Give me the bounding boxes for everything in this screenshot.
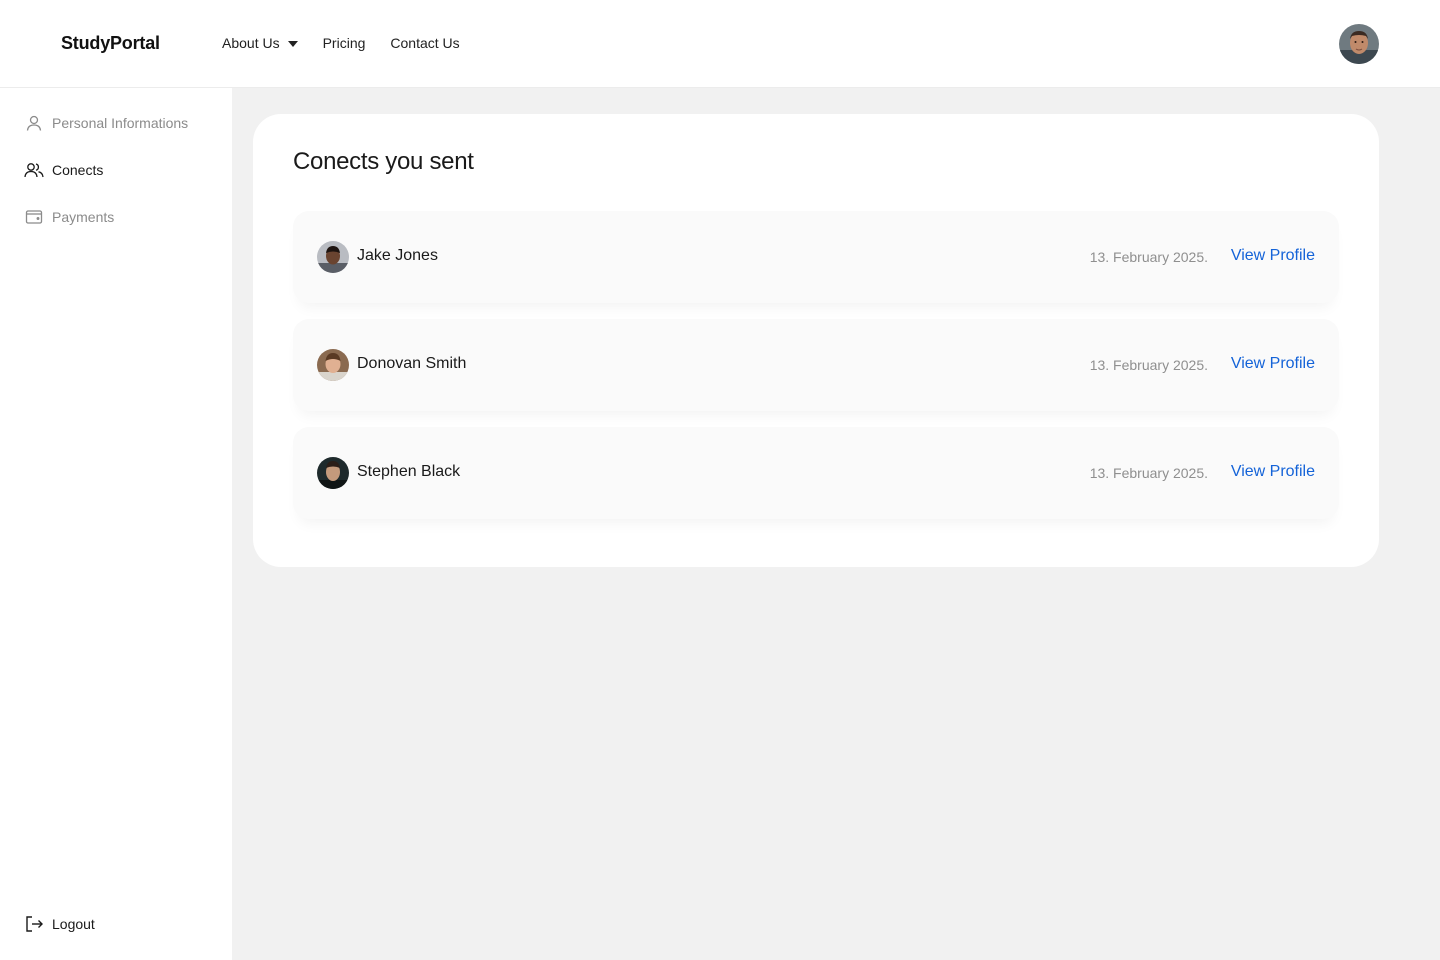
list-item: Stephen Black 13. February 2025. View Pr… xyxy=(293,427,1339,519)
avatar-image xyxy=(1339,24,1379,64)
nav-contact-label: Contact Us xyxy=(390,35,460,51)
list-item: Jake Jones 13. February 2025. View Profi… xyxy=(293,211,1339,303)
connection-date: 13. February 2025. xyxy=(1089,357,1208,373)
connection-name: Donovan Smith xyxy=(357,355,467,372)
logout-label: Logout xyxy=(52,916,95,932)
sidebar-item-payments[interactable]: Payments xyxy=(24,207,114,227)
user-icon xyxy=(24,113,44,133)
nav-pricing-label: Pricing xyxy=(322,35,366,51)
sidebar-item-label: Payments xyxy=(52,209,115,225)
connection-name: Jake Jones xyxy=(357,247,438,264)
sidebar-item-label: Personal Informations xyxy=(52,115,189,131)
logout-button[interactable]: Logout xyxy=(24,914,95,934)
main-nav: About Us Pricing Contact Us xyxy=(222,35,485,51)
sidebar-item-personal-informations[interactable]: Personal Informations xyxy=(24,113,188,133)
nav-contact-us[interactable]: Contact Us xyxy=(390,35,459,51)
wallet-icon xyxy=(24,207,44,227)
avatar xyxy=(317,349,349,381)
top-header: StudyPortal About Us Pricing Contact Us xyxy=(0,0,1440,88)
page-title: Conects you sent xyxy=(293,148,474,175)
sidebar: Personal Informations Conects Payments L… xyxy=(0,88,232,960)
connection-date: 13. February 2025. xyxy=(1089,249,1208,265)
sidebar-item-label: Conects xyxy=(52,162,104,178)
nav-about-us[interactable]: About Us xyxy=(222,35,298,51)
connections-card: Conects you sent Jake Jones 13. February… xyxy=(253,114,1379,567)
users-icon xyxy=(24,160,44,180)
nav-about-us-label: About Us xyxy=(222,35,280,51)
avatar xyxy=(317,241,349,273)
logout-icon xyxy=(24,914,44,934)
connection-name: Stephen Black xyxy=(357,463,461,480)
view-profile-link[interactable]: View Profile xyxy=(1231,247,1315,265)
chevron-down-icon xyxy=(287,41,298,47)
list-item: Donovan Smith 13. February 2025. View Pr… xyxy=(293,319,1339,411)
nav-pricing[interactable]: Pricing xyxy=(323,35,366,51)
view-profile-link[interactable]: View Profile xyxy=(1231,463,1315,481)
logo[interactable]: StudyPortal xyxy=(61,33,160,54)
avatar xyxy=(317,457,349,489)
view-profile-link[interactable]: View Profile xyxy=(1231,355,1315,373)
connection-date: 13. February 2025. xyxy=(1089,465,1208,481)
sidebar-item-conects[interactable]: Conects xyxy=(24,160,103,180)
user-avatar[interactable] xyxy=(1339,24,1379,64)
